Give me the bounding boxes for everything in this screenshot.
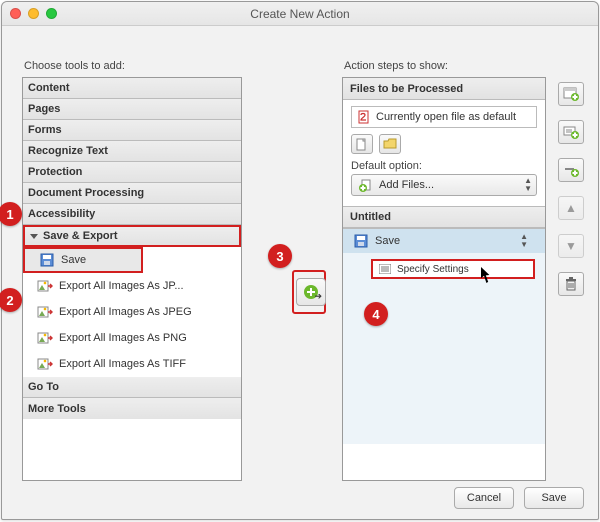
section-go-to[interactable]: Go To xyxy=(23,377,241,398)
triangle-up-icon: ▲ xyxy=(565,201,577,215)
export-image-icon xyxy=(37,356,53,372)
dialog-body: Choose tools to add: Content Pages Forms… xyxy=(2,26,598,519)
section-label: Content xyxy=(28,82,70,94)
tool-export-png[interactable]: Export All Images As PNG xyxy=(23,325,241,351)
annotation-1: 1 xyxy=(0,202,22,226)
tool-export-jp[interactable]: Export All Images As JP... xyxy=(23,273,241,299)
untitled-header: Untitled xyxy=(343,206,545,228)
move-down-button: ▼ xyxy=(558,234,584,258)
triangle-down-icon: ▼ xyxy=(565,239,577,253)
stepper-arrows-icon: ▲▼ xyxy=(524,177,532,193)
current-file-row: Currently open file as default xyxy=(351,106,537,128)
export-image-icon xyxy=(37,278,53,294)
side-buttons: ▲ ▼ xyxy=(558,82,588,310)
folder-icon xyxy=(383,138,397,150)
section-label: Forms xyxy=(28,124,62,136)
move-up-button: ▲ xyxy=(558,196,584,220)
tool-label: Export All Images As TIFF xyxy=(59,358,186,370)
step-save-row[interactable]: Save ▲▼ xyxy=(343,229,545,253)
section-label: Protection xyxy=(28,166,82,178)
file-icon xyxy=(356,138,368,151)
tool-label: Export All Images As JPEG xyxy=(59,306,192,318)
tools-panel: Content Pages Forms Recognize Text Prote… xyxy=(22,77,242,481)
add-files-icon xyxy=(358,177,374,193)
section-forms[interactable]: Forms xyxy=(23,120,241,141)
annotation-4: 4 xyxy=(364,302,388,326)
add-instruction-button[interactable] xyxy=(558,120,584,144)
section-accessibility[interactable]: Accessibility xyxy=(23,204,241,225)
window-title: Create New Action xyxy=(2,7,598,21)
panel-plus-icon xyxy=(563,87,579,101)
delete-step-button[interactable] xyxy=(558,272,584,296)
save-button[interactable]: Save xyxy=(524,487,584,509)
section-protection[interactable]: Protection xyxy=(23,162,241,183)
tools-column: Choose tools to add: Content Pages Forms… xyxy=(22,60,242,481)
annotation-3: 3 xyxy=(268,244,292,268)
floppy-icon xyxy=(39,252,55,268)
export-image-icon xyxy=(37,304,53,320)
tool-label: Export All Images As PNG xyxy=(59,332,187,344)
divider-plus-icon xyxy=(563,163,579,177)
specify-settings-label: Specify Settings xyxy=(397,264,469,275)
export-image-icon xyxy=(37,330,53,346)
arrow-right-icon: ➔ xyxy=(314,291,322,302)
section-label: More Tools xyxy=(28,403,86,415)
add-divider-button[interactable] xyxy=(558,158,584,182)
section-content[interactable]: Content xyxy=(23,78,241,99)
section-save-export[interactable]: Save & Export xyxy=(23,225,241,247)
trash-icon xyxy=(565,277,577,291)
default-option-label: Default option: xyxy=(351,160,537,172)
dialog-buttons: Cancel Save xyxy=(454,487,584,509)
cursor-icon xyxy=(481,267,493,283)
chevron-down-icon xyxy=(30,234,38,239)
section-pages[interactable]: Pages xyxy=(23,99,241,120)
tools-heading: Choose tools to add: xyxy=(24,60,242,72)
add-panel-button[interactable] xyxy=(558,82,584,106)
annotation-2: 2 xyxy=(0,288,22,312)
add-step-container: ➔ xyxy=(292,270,326,314)
tool-export-jpeg[interactable]: Export All Images As JPEG xyxy=(23,299,241,325)
tool-save[interactable]: Save xyxy=(23,247,143,273)
steps-column: Action steps to show: Files to be Proces… xyxy=(342,60,546,481)
tool-export-tiff[interactable]: Export All Images As TIFF xyxy=(23,351,241,377)
file-buttons xyxy=(351,134,537,154)
add-step-button[interactable]: ➔ xyxy=(296,278,326,306)
tool-label: Save xyxy=(61,254,86,266)
cancel-button[interactable]: Cancel xyxy=(454,487,514,509)
save-export-items: Save Export All Images As JP... Export A… xyxy=(23,247,241,377)
dialog-window: Create New Action Choose tools to add: C… xyxy=(1,1,599,520)
steps-heading: Action steps to show: xyxy=(344,60,546,72)
section-label: Recognize Text xyxy=(28,145,108,157)
add-folder-button[interactable] xyxy=(379,134,401,154)
specify-settings-button[interactable]: Specify Settings xyxy=(371,259,535,279)
tool-label: Export All Images As JP... xyxy=(59,280,184,292)
section-document-processing[interactable]: Document Processing xyxy=(23,183,241,204)
current-file-label: Currently open file as default xyxy=(376,111,516,123)
section-recognize-text[interactable]: Recognize Text xyxy=(23,141,241,162)
dropdown-label: Add Files... xyxy=(379,179,434,191)
section-label: Save & Export xyxy=(43,230,118,242)
button-label: Cancel xyxy=(467,492,501,504)
settings-list-icon xyxy=(377,261,393,277)
section-label: Accessibility xyxy=(28,208,95,220)
titlebar: Create New Action xyxy=(2,2,598,26)
stepper-arrows-icon: ▲▼ xyxy=(520,233,528,249)
text-plus-icon xyxy=(563,125,579,139)
add-file-button[interactable] xyxy=(351,134,373,154)
button-label: Save xyxy=(541,492,566,504)
files-header: Files to be Processed xyxy=(343,78,545,100)
step-area: Save ▲▼ Specify Settings xyxy=(343,228,545,444)
pdf-icon xyxy=(356,109,372,125)
steps-panel: Files to be Processed Currently open fil… xyxy=(342,77,546,481)
section-label: Pages xyxy=(28,103,60,115)
section-label: Document Processing xyxy=(28,187,144,199)
section-more-tools[interactable]: More Tools xyxy=(23,398,241,419)
default-option-dropdown[interactable]: Add Files... ▲▼ xyxy=(351,174,537,196)
floppy-icon xyxy=(353,233,369,249)
step-label: Save xyxy=(375,235,400,247)
section-label: Go To xyxy=(28,381,59,393)
